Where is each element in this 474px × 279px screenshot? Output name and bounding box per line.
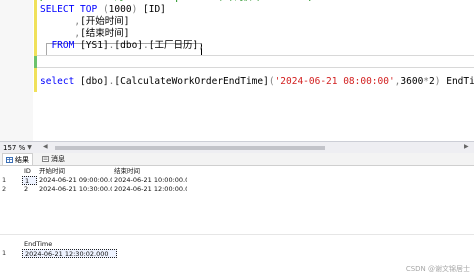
- tab-messages-label: 消息: [51, 155, 65, 163]
- code-token: 1000: [108, 4, 132, 15]
- sql-code[interactable]: /***** SSMS 的 SelectTopNRows 命令的脚本 *****…: [40, 0, 474, 88]
- code-token: [YS1]: [80, 40, 109, 51]
- row-number[interactable]: 1: [0, 176, 22, 185]
- change-marker-unsaved: [34, 0, 37, 56]
- watermark-text: CSDN @谢文锦居士: [405, 265, 470, 273]
- code-token: [ID]: [143, 4, 166, 15]
- result-grid-2[interactable]: EndTime 1 2024-06-21 12:30:02.000: [0, 240, 117, 258]
- code-token: EndTime: [446, 76, 474, 87]
- code-token: '2024-06-21 08:00:00': [274, 76, 395, 87]
- table-row[interactable]: 1 2024-06-21 12:30:02.000: [0, 249, 117, 258]
- tab-results-label: 结果: [15, 155, 29, 164]
- zoom-level-dropdown[interactable]: 157 % ▼: [1, 143, 34, 152]
- grid-header: ID 开始时间 结束时间: [0, 167, 187, 176]
- result-grid-1[interactable]: ID 开始时间 结束时间 1 1 2024-06-21 09:00:00.000…: [0, 167, 187, 194]
- editor-status-strip: 157 % ▼ ◀ ▶: [0, 141, 474, 153]
- results-tab-bar: 结果 消息: [0, 153, 474, 166]
- row-number[interactable]: 2: [0, 185, 22, 194]
- code-line[interactable]: FROM [YS1].[dbo].[工厂日历];: [40, 40, 474, 52]
- scroll-right-icon[interactable]: ▶: [464, 143, 469, 150]
- grid-header: EndTime: [0, 240, 117, 249]
- code-token: [工厂日历]: [148, 40, 199, 51]
- code-token: FROM: [51, 40, 81, 51]
- scroll-left-icon[interactable]: ◀: [43, 143, 48, 150]
- tab-results[interactable]: 结果: [2, 153, 33, 165]
- horizontal-scrollbar-thumb[interactable]: [55, 146, 325, 150]
- column-header-id[interactable]: ID: [22, 167, 37, 176]
- code-line[interactable]: select [dbo].[CalculateWorkOrderEndTime]…: [40, 76, 474, 88]
- id-cell[interactable]: 2: [22, 185, 37, 194]
- code-token: SELECT: [40, 4, 81, 15]
- code-line[interactable]: [40, 52, 474, 64]
- tab-messages[interactable]: 消息: [39, 154, 68, 165]
- chevron-down-icon: ▼: [27, 144, 32, 151]
- end-time-cell[interactable]: 2024-06-21 12:00:00.000: [112, 185, 187, 194]
- code-token: ;: [198, 40, 204, 51]
- code-line[interactable]: ,[结束时间]: [40, 28, 474, 40]
- code-token: select: [40, 76, 81, 87]
- message-icon: [42, 156, 49, 162]
- code-line[interactable]: ,[开始时间]: [40, 16, 474, 28]
- endtime-cell-selected[interactable]: 2024-06-21 12:30:02.000: [22, 249, 117, 258]
- code-token: 3600: [400, 76, 424, 87]
- change-marker-unsaved-2: [34, 68, 37, 92]
- code-token: ): [131, 4, 144, 15]
- table-row[interactable]: 2 2 2024-06-21 10:30:00.000 2024-06-21 1…: [0, 185, 187, 194]
- query-editor[interactable]: /***** SSMS 的 SelectTopNRows 命令的脚本 *****…: [0, 0, 474, 141]
- code-token: [dbo]: [114, 40, 144, 51]
- start-time-cell[interactable]: 2024-06-21 10:30:00.000: [37, 185, 112, 194]
- editor-gutter: [0, 0, 33, 141]
- grid-separator: [0, 234, 474, 235]
- code-token: [开始时间]: [80, 16, 130, 27]
- id-cell-selected[interactable]: 1: [22, 176, 37, 185]
- column-header-start-time[interactable]: 开始时间: [37, 167, 112, 176]
- row-number-header: [0, 167, 22, 176]
- code-line[interactable]: SELECT TOP (1000) [ID]: [40, 4, 474, 16]
- code-token: [CalculateWorkOrderEndTime]: [114, 76, 269, 87]
- row-number[interactable]: 1: [0, 249, 22, 258]
- zoom-level-value: 157 %: [3, 143, 26, 152]
- column-header-end-time[interactable]: 结束时间: [112, 167, 187, 176]
- row-number-header: [0, 240, 22, 249]
- end-time-cell[interactable]: 2024-06-21 10:00:00.000: [112, 176, 187, 185]
- code-token: [dbo]: [80, 76, 109, 87]
- code-token: [结束时间]: [80, 28, 130, 39]
- code-token: TOP: [80, 4, 103, 15]
- start-time-cell[interactable]: 2024-06-21 09:00:00.000: [37, 176, 112, 185]
- grid-icon: [6, 156, 13, 163]
- code-line[interactable]: [40, 64, 474, 76]
- code-token: /***** SSMS 的 SelectTopNRows 命令的脚本 *****…: [40, 0, 314, 3]
- table-row[interactable]: 1 1 2024-06-21 09:00:00.000 2024-06-21 1…: [0, 176, 187, 185]
- column-header-endtime[interactable]: EndTime: [22, 240, 117, 249]
